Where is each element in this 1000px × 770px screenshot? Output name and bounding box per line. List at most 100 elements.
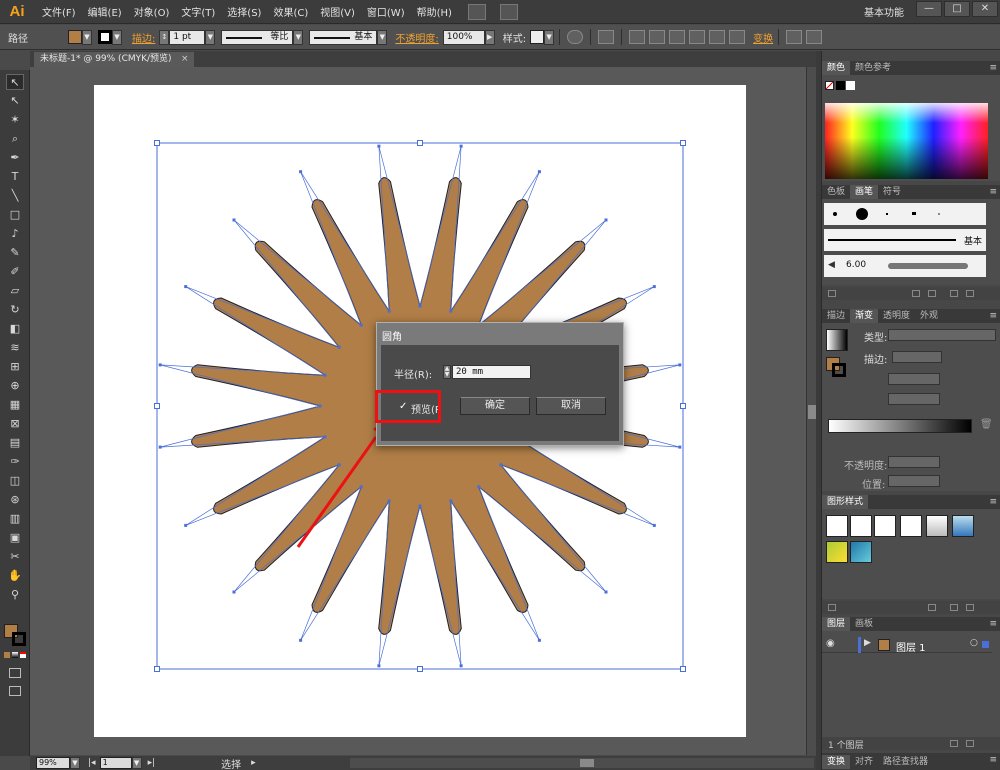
eyedropper-icon[interactable]: ✑ <box>6 454 24 470</box>
anchor-point[interactable] <box>537 170 541 174</box>
pencil-icon[interactable]: ✎ <box>6 245 24 261</box>
anchor-point[interactable] <box>158 445 162 449</box>
horizontal-scrollbar[interactable] <box>350 758 814 768</box>
basic-brush-row[interactable]: 基本 <box>824 229 986 251</box>
eraser-icon[interactable]: ▱ <box>6 283 24 299</box>
tab-align[interactable]: 对齐 <box>850 755 878 769</box>
new-layer-icon[interactable] <box>950 740 958 747</box>
menu-edit[interactable]: 编辑(E) <box>82 4 128 19</box>
status-menu-icon[interactable]: ▸ <box>251 758 256 768</box>
anchor-point[interactable] <box>232 218 236 222</box>
anchor-point[interactable] <box>318 404 322 408</box>
active-stroke-swatch[interactable] <box>832 363 846 377</box>
free-transform-icon[interactable]: ⊞ <box>6 359 24 375</box>
menu-type[interactable]: 文字(T) <box>175 4 221 19</box>
angle-field[interactable] <box>888 373 940 385</box>
bounding-box-handle[interactable] <box>417 666 423 672</box>
menu-file[interactable]: 文件(F) <box>36 4 82 19</box>
artboard-dropdown-icon[interactable]: ▼ <box>131 757 142 769</box>
new-style-icon[interactable] <box>950 604 958 611</box>
tab-transform[interactable]: 变换 <box>822 754 851 769</box>
size-brush-row[interactable]: ◀ 6.00 <box>824 255 986 277</box>
anchor-point[interactable] <box>459 144 463 148</box>
lasso-icon[interactable]: ⌕ <box>6 131 24 147</box>
brush-library-icon[interactable] <box>828 290 836 297</box>
anchor-point[interactable] <box>678 445 682 449</box>
fill-dropdown-icon[interactable]: ▼ <box>82 29 92 45</box>
tab-graphic-styles[interactable]: 图形样式 <box>822 495 869 509</box>
anchor-point[interactable] <box>477 485 481 489</box>
draw-mode-icon[interactable] <box>9 668 21 678</box>
menu-window[interactable]: 窗口(W) <box>361 4 411 19</box>
tab-color[interactable]: 颜色 <box>822 61 851 75</box>
minimize-button[interactable]: — <box>916 1 942 17</box>
tab-gradient[interactable]: 渐变 <box>850 309 879 323</box>
opacity-link[interactable]: 不透明度: <box>395 30 438 45</box>
panel-menu-icon[interactable]: ≡ <box>989 495 997 509</box>
styles-library-icon[interactable] <box>828 604 836 611</box>
mesh-icon[interactable]: ⊠ <box>6 416 24 432</box>
anchor-point[interactable] <box>604 218 608 222</box>
align-center-icon[interactable] <box>649 30 666 44</box>
recolor-artwork-icon[interactable] <box>567 30 584 44</box>
first-artboard-icon[interactable]: |◂ <box>88 758 96 768</box>
radius-input[interactable]: 20 mm <box>452 365 531 379</box>
shape-builder-icon[interactable]: ⊕ <box>6 378 24 394</box>
stop-opacity-field[interactable] <box>888 456 940 468</box>
anchor-point[interactable] <box>337 463 341 467</box>
anchor-point[interactable] <box>387 309 391 313</box>
delete-style-icon[interactable] <box>966 604 974 611</box>
document-tab[interactable]: 未标题-1* @ 99% (CMYK/预览) × <box>34 52 194 67</box>
scale-icon[interactable]: ◧ <box>6 321 24 337</box>
anchor-point[interactable] <box>604 590 608 594</box>
artboard-icon[interactable]: ▣ <box>6 530 24 546</box>
tab-appearance[interactable]: 外观 <box>915 309 943 323</box>
graphic-style-outline[interactable] <box>900 515 922 537</box>
tab-stroke[interactable]: 描边 <box>822 309 850 323</box>
type-icon[interactable]: T <box>6 169 24 185</box>
anchor-point[interactable] <box>652 523 656 527</box>
radius-spinner-icon[interactable]: ▲ ▼ <box>443 365 451 379</box>
graph-icon[interactable]: ▥ <box>6 511 24 527</box>
artboard-number-field[interactable]: 1 <box>99 757 132 769</box>
layer-name[interactable]: 图层 1 <box>896 639 926 654</box>
anchor-point[interactable] <box>678 363 682 367</box>
close-tab-icon[interactable]: × <box>181 52 189 67</box>
tab-transparency[interactable]: 透明度 <box>878 309 915 323</box>
panel-menu-icon[interactable]: ≡ <box>989 753 997 767</box>
brush-dropdown-icon[interactable]: ▼ <box>377 29 388 45</box>
visibility-eye-icon[interactable]: ◉ <box>826 638 835 649</box>
vertical-scrollbar[interactable] <box>806 67 816 755</box>
delete-stop-icon[interactable]: 🗑 <box>980 419 993 430</box>
fill-swatch[interactable] <box>68 30 82 44</box>
brush-definition[interactable]: 基本 <box>309 29 378 45</box>
opacity-dropdown-icon[interactable]: ▶ <box>484 29 495 45</box>
arrange-documents-icon[interactable] <box>499 3 518 20</box>
bounding-box-handle[interactable] <box>680 403 686 409</box>
graphic-style-teal[interactable] <box>850 541 872 563</box>
align-top-icon[interactable] <box>689 30 706 44</box>
layer-row[interactable]: ◉ ▶ 图层 1 ○ <box>822 637 992 654</box>
zoom-icon[interactable]: ⚲ <box>6 587 24 603</box>
bounding-box-handle[interactable] <box>680 666 686 672</box>
fill-stroke-swatches[interactable] <box>4 624 28 648</box>
select-similar-icon[interactable] <box>598 30 615 44</box>
menu-help[interactable]: 帮助(H) <box>411 4 458 19</box>
symbol-sprayer-icon[interactable]: ⊛ <box>6 492 24 508</box>
anchor-point[interactable] <box>449 499 453 503</box>
anchor-point[interactable] <box>459 664 463 668</box>
isolate-group-icon[interactable] <box>786 30 803 44</box>
anchor-point[interactable] <box>359 485 363 489</box>
style-swatch[interactable] <box>530 30 545 44</box>
graphic-style-green[interactable] <box>826 541 848 563</box>
stroke-weight-field[interactable]: 1 pt <box>169 29 206 45</box>
tab-color-guide[interactable]: 颜色参考 <box>850 61 896 75</box>
panel-menu-icon[interactable] <box>806 30 823 44</box>
delete-layer-icon[interactable] <box>966 740 974 747</box>
stroke-weight-dropdown-icon[interactable]: ▼ <box>205 29 216 45</box>
anchor-point[interactable] <box>323 373 327 377</box>
anchor-point[interactable] <box>299 170 303 174</box>
scroll-thumb[interactable] <box>808 405 816 419</box>
align-bottom-icon[interactable] <box>729 30 746 44</box>
cancel-button[interactable]: 取消 <box>536 397 606 415</box>
